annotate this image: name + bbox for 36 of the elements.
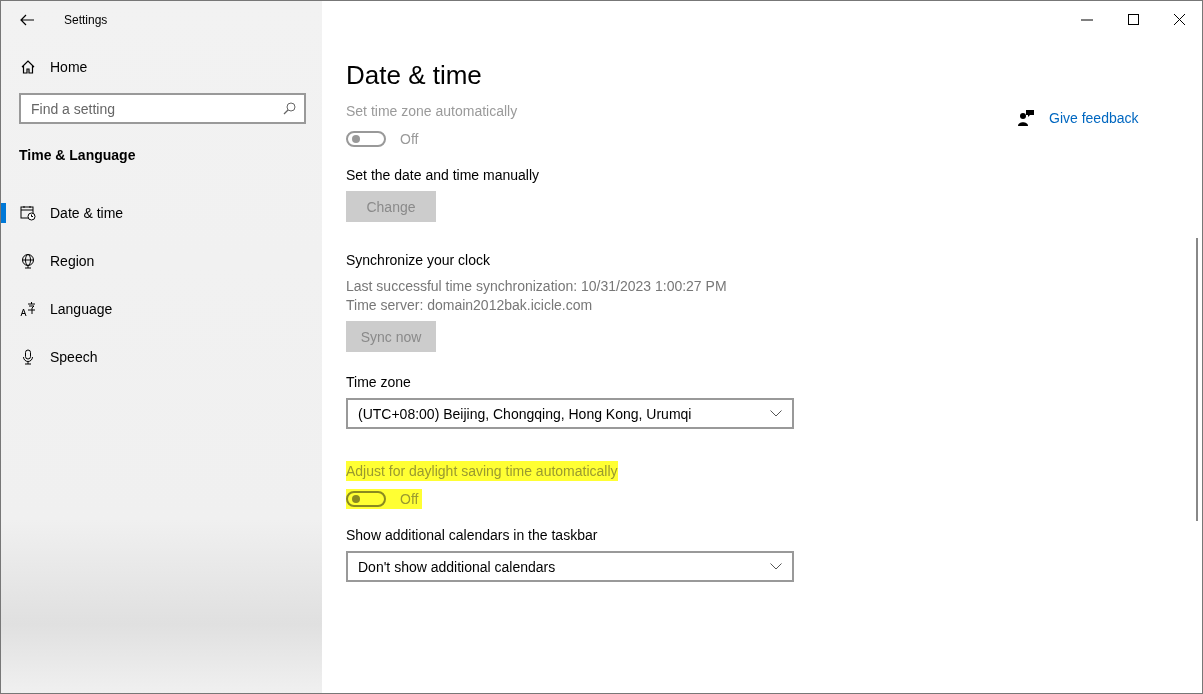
chevron-down-icon	[770, 563, 782, 570]
dropdown[interactable]: (UTC+08:00) Beijing, Chongqing, Hong Kong, Urumqi	[346, 398, 794, 429]
toggle-state-text: Off	[400, 491, 419, 507]
microphone-icon	[20, 349, 36, 365]
setting-label: Set the date and time manually	[346, 167, 539, 183]
setting-label: Show additional calendars in the taskbar	[346, 527, 598, 543]
info-text: Last successful time synchronization: 10/31/2023 1:00:27 PM	[346, 278, 727, 294]
window-title: Settings	[64, 12, 108, 27]
setting-label: Time zone	[346, 374, 411, 390]
feedback-icon	[1018, 110, 1034, 126]
close-icon[interactable]	[1174, 14, 1185, 25]
chevron-down-icon	[770, 410, 782, 417]
setting-label: Set time zone automatically	[346, 103, 518, 119]
nav-item[interactable]: Date & time	[1, 203, 132, 223]
back-arrow-icon[interactable]	[20, 13, 34, 26]
scrollbar[interactable]	[1196, 238, 1198, 521]
language-icon	[20, 301, 36, 317]
section-heading: Time & Language	[19, 147, 137, 163]
info-text: Time server: domain2012bak.icicle.com	[346, 297, 594, 313]
page-title: Date & time	[346, 60, 482, 91]
nav-item[interactable]: Speech	[1, 347, 106, 367]
give-feedback-link[interactable]: Give feedback	[1049, 110, 1139, 126]
home-link[interactable]: Home	[20, 59, 88, 75]
maximize-icon[interactable]	[1128, 14, 1139, 25]
nav-item[interactable]: Region	[1, 251, 103, 271]
search-field[interactable]: Find a setting	[19, 93, 306, 124]
calendar-clock-icon	[20, 205, 36, 221]
dropdown[interactable]: Don't show additional calendars	[346, 551, 794, 582]
home-icon	[20, 59, 36, 75]
nav-item[interactable]: Language	[1, 299, 121, 319]
minimize-icon[interactable]	[1081, 18, 1093, 21]
globe-icon	[20, 253, 36, 269]
setting-label: Synchronize your clock	[346, 252, 490, 268]
search-icon	[283, 102, 296, 115]
setting-label: Adjust for daylight saving time automatically	[346, 463, 618, 479]
toggle-state-text: Off	[400, 131, 419, 147]
